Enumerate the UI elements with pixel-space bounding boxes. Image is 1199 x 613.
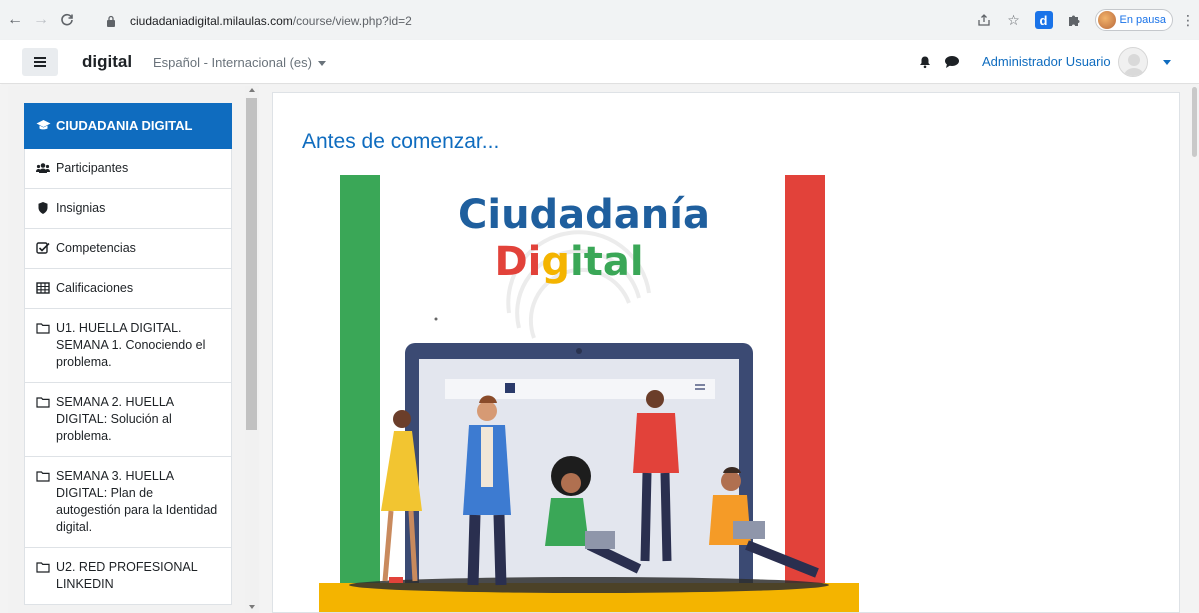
- caret-down-icon: [317, 61, 326, 67]
- screen-menu-line: [695, 384, 705, 386]
- drawer-item-label: Competencias: [56, 241, 136, 255]
- language-label: Español - Internacional (es): [153, 55, 312, 70]
- shield-icon: [36, 201, 50, 215]
- user-name[interactable]: Administrador Usuario: [982, 54, 1111, 69]
- page-scroll-thumb[interactable]: [1192, 87, 1197, 157]
- puzzle-extensions-icon[interactable]: [1065, 11, 1083, 29]
- nav-drawer: CIUDADANIA DIGITAL Participantes Insigni…: [8, 86, 245, 613]
- laptop-base-shadow: [349, 577, 829, 593]
- drawer-item-label: U2. RED PROFESIONAL LINKEDIN: [56, 560, 198, 591]
- poster-red-bar: [785, 175, 825, 612]
- url-path: /course/view.php?id=2: [292, 14, 412, 28]
- extension-d-icon[interactable]: d: [1034, 11, 1053, 29]
- folder-icon: [36, 395, 50, 409]
- kebab-menu-icon[interactable]: ⋮: [1181, 11, 1195, 29]
- drawer-item-label: U1. HUELLA DIGITAL. SEMANA 1. Conociendo…: [56, 321, 206, 369]
- user-avatar[interactable]: [1118, 47, 1148, 77]
- url-host: ciudadaniadigital.milaulas.com: [130, 14, 293, 28]
- hamburger-icon: [34, 61, 46, 63]
- poster-dot: [434, 317, 438, 321]
- drawer-item-competencies[interactable]: Competencias: [24, 229, 232, 269]
- screen-square: [505, 383, 515, 393]
- reload-icon[interactable]: [56, 9, 78, 31]
- drawer-item-course[interactable]: CIUDADANIA DIGITAL: [24, 103, 232, 149]
- lock-icon: [106, 14, 120, 28]
- star-bookmark-icon[interactable]: ☆: [1005, 11, 1023, 29]
- poster-title-line1: Ciudadanía: [458, 192, 710, 238]
- drawer-item-participants[interactable]: Participantes: [24, 149, 232, 189]
- back-arrow-icon[interactable]: ←: [4, 9, 26, 31]
- poster-title-line2: Digital: [494, 239, 643, 285]
- folder-icon: [36, 560, 50, 574]
- users-icon: [36, 161, 50, 175]
- profile-avatar: [1097, 11, 1116, 29]
- site-brand[interactable]: digital: [82, 52, 132, 72]
- drawer-list: CIUDADANIA DIGITAL Participantes Insigni…: [24, 103, 232, 605]
- laptop-camera: [576, 348, 582, 354]
- drawer-item-label: Calificaciones: [56, 281, 134, 295]
- drawer-item-label: SEMANA 2. HUELLA DIGITAL: Solución al pr…: [56, 395, 174, 443]
- poster-title-g: g: [541, 239, 570, 285]
- graduation-cap-icon: [36, 118, 51, 132]
- drawer-item-label: CIUDADANIA DIGITAL: [56, 118, 193, 133]
- drawer-item-badges[interactable]: Insignias: [24, 189, 232, 229]
- drawer-item-label: Participantes: [56, 161, 129, 175]
- chat-messages-icon[interactable]: [944, 55, 960, 69]
- scroll-up-arrow-icon[interactable]: [249, 88, 255, 92]
- drawer-scrollbar[interactable]: [245, 86, 259, 613]
- table-icon: [36, 281, 50, 295]
- poster-title-ital: ital: [570, 239, 644, 285]
- site-navbar: digital Español - Internacional (es) Adm…: [0, 40, 1199, 84]
- drawer-item-label: SEMANA 3. HUELLA DIGITAL: Plan de autoge…: [56, 469, 218, 534]
- forward-arrow-icon[interactable]: →: [30, 9, 52, 31]
- checkbox-icon: [36, 241, 50, 255]
- language-menu[interactable]: Español - Internacional (es): [153, 55, 326, 70]
- folder-icon: [36, 321, 50, 335]
- ciudadania-digital-poster: Ciudadanía Digital: [319, 175, 859, 612]
- scroll-down-arrow-icon[interactable]: [249, 605, 255, 609]
- section-title: Antes de comenzar...: [302, 130, 500, 153]
- profile-paused-button[interactable]: En pausa: [1094, 9, 1173, 31]
- share-icon[interactable]: [975, 11, 993, 29]
- drawer-toggle-button[interactable]: [22, 48, 58, 76]
- drawer-scroll-thumb[interactable]: [246, 98, 257, 430]
- course-content: Antes de comenzar... Ciudadanía Digital: [272, 92, 1180, 613]
- screen-menu-line: [695, 388, 705, 390]
- page-scrollbar[interactable]: [1190, 85, 1199, 613]
- user-menu-caret-icon[interactable]: [1163, 60, 1171, 65]
- browser-toolbar: ← → ciudadaniadigital.milaulas.com/cours…: [0, 0, 1199, 40]
- drawer-item-section-2[interactable]: SEMANA 2. HUELLA DIGITAL: Solución al pr…: [24, 383, 232, 457]
- poster-green-bar: [340, 175, 380, 612]
- bell-notifications-icon[interactable]: [918, 55, 932, 69]
- folder-icon: [36, 469, 50, 483]
- drawer-item-section-3[interactable]: SEMANA 3. HUELLA DIGITAL: Plan de autoge…: [24, 457, 232, 548]
- drawer-item-section-4[interactable]: U2. RED PROFESIONAL LINKEDIN: [24, 548, 232, 605]
- drawer-item-section-1[interactable]: U1. HUELLA DIGITAL. SEMANA 1. Conociendo…: [24, 309, 232, 383]
- drawer-item-label: Insignias: [56, 201, 106, 215]
- poster-title-di: Di: [494, 239, 541, 285]
- drawer-item-grades[interactable]: Calificaciones: [24, 269, 232, 309]
- profile-status: En pausa: [1119, 14, 1166, 26]
